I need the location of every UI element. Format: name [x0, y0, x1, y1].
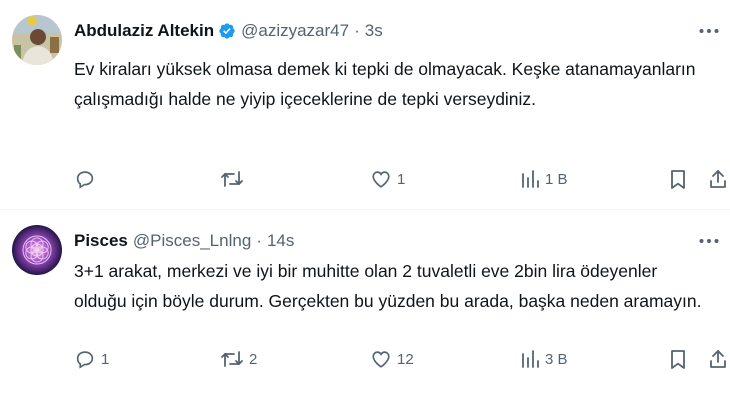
bookmark-button[interactable] — [668, 344, 688, 374]
separator-dot: · — [354, 21, 360, 40]
author-handle[interactable]: @Pisces_Lnlng — [133, 230, 251, 252]
tweet-2[interactable]: Pisces @Pisces_Lnlng · 14s 3+1 arakat, m… — [0, 210, 730, 420]
reply-button[interactable]: 1 — [74, 344, 109, 374]
heart-icon — [370, 168, 392, 190]
avatar[interactable] — [12, 15, 62, 65]
heart-icon — [370, 348, 392, 370]
like-button[interactable]: 12 — [370, 344, 414, 374]
views-button[interactable]: 1 B — [520, 164, 568, 194]
like-count: 12 — [397, 350, 414, 368]
action-bar: 1 2 12 3 B — [74, 344, 730, 374]
reply-icon — [74, 168, 96, 190]
share-button[interactable] — [708, 164, 728, 194]
author-name[interactable]: Pisces — [74, 230, 128, 252]
share-button[interactable] — [708, 344, 728, 374]
views-chart-icon — [520, 348, 540, 370]
retweet-icon — [220, 348, 244, 370]
retweet-icon — [220, 168, 244, 190]
tweet-text: 3+1 arakat, merkezi ve iyi bir muhitte o… — [74, 261, 702, 311]
bookmark-icon — [668, 168, 688, 190]
action-bar: 1 1 B — [74, 164, 730, 194]
tweet-1[interactable]: Abdulaziz Altekin @azizyazar47 · 3s Ev k… — [0, 0, 730, 210]
avatar[interactable] — [12, 225, 62, 275]
bookmark-button[interactable] — [668, 164, 688, 194]
retweet-button[interactable] — [220, 164, 249, 194]
reply-button[interactable] — [74, 164, 101, 194]
retweet-count: 2 — [249, 350, 258, 368]
reply-count: 1 — [101, 350, 110, 368]
author-handle[interactable]: @azizyazar47 — [241, 20, 349, 42]
like-count: 1 — [397, 170, 406, 188]
views-button[interactable]: 3 B — [520, 344, 568, 374]
more-dots-icon[interactable] — [698, 234, 720, 248]
share-icon — [708, 168, 728, 190]
like-button[interactable]: 1 — [370, 164, 405, 194]
timestamp[interactable]: 14s — [267, 230, 294, 252]
views-chart-icon — [520, 168, 540, 190]
views-count: 1 B — [545, 170, 568, 188]
more-dots-icon[interactable] — [698, 24, 720, 38]
verified-badge-icon — [218, 22, 236, 40]
tweet-text: Ev kiraları yüksek olmasa demek ki tepki… — [74, 59, 696, 109]
bookmark-icon — [668, 348, 688, 370]
retweet-button[interactable]: 2 — [220, 344, 257, 374]
separator-dot: · — [256, 231, 262, 250]
timestamp[interactable]: 3s — [365, 20, 383, 42]
reply-icon — [74, 348, 96, 370]
author-name[interactable]: Abdulaziz Altekin — [74, 20, 214, 42]
views-count: 3 B — [545, 350, 568, 368]
share-icon — [708, 348, 728, 370]
